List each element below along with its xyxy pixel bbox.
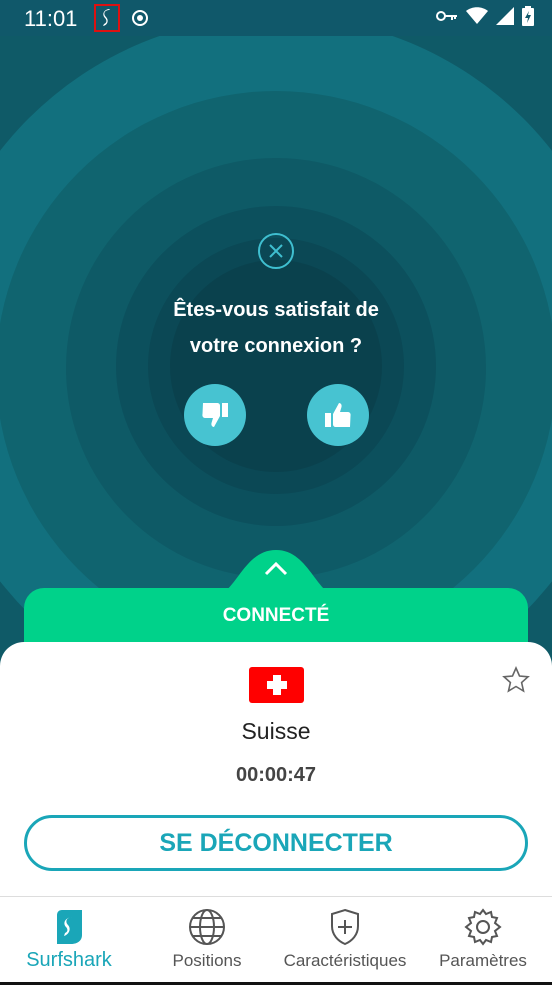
record-icon [132,10,148,26]
status-bar: 11:01 [0,0,552,36]
signal-icon [496,7,514,30]
nav-item-features[interactable]: Caractéristiques [276,897,414,985]
vpn-key-icon [436,9,458,28]
nav-item-settings[interactable]: Paramètres [414,897,552,985]
chevron-up-icon[interactable] [264,562,288,576]
wifi-icon [466,7,488,30]
country-name: Suisse [241,718,311,744]
close-feedback-button[interactable] [258,233,294,269]
close-icon [269,244,283,258]
nav-label: Caractéristiques [283,951,407,970]
battery-icon [522,6,534,31]
connection-timer: 00:00:47 [235,764,317,786]
nav-item-positions[interactable]: Positions [138,897,276,985]
surfshark-app-icon [94,4,120,32]
nav-label: Surfshark [26,949,112,971]
nav-label: Positions [172,951,242,970]
surfshark-logo-icon [53,907,85,947]
thumbs-down-button[interactable] [184,384,246,446]
thumbs-down-icon [202,403,228,427]
feedback-question-line1: Êtes-vous satisfait de [173,299,379,321]
status-time: 11:01 [24,6,78,31]
swiss-cross-icon [266,675,287,695]
status-icons [436,6,534,31]
nav-item-surfshark[interactable]: Surfshark [0,897,138,985]
feedback-question: Êtes-vous satisfait de votre connexion ? [0,292,552,364]
bottom-nav: Surfshark Positions Caractéristiques Par… [0,896,552,985]
gear-icon [464,907,502,947]
feedback-question-line2: votre connexion ? [189,335,363,357]
nav-label: Paramètres [439,951,527,970]
favorite-star-icon[interactable] [502,666,530,694]
thumbs-up-button[interactable] [307,384,369,446]
connection-status: CONNECTÉ [222,605,330,626]
disconnect-button[interactable]: SE DÉCONNECTER [24,815,528,871]
globe-icon [188,907,226,947]
thumbs-up-icon [325,403,351,427]
shield-plus-icon [329,907,361,947]
country-flag[interactable] [249,667,304,703]
